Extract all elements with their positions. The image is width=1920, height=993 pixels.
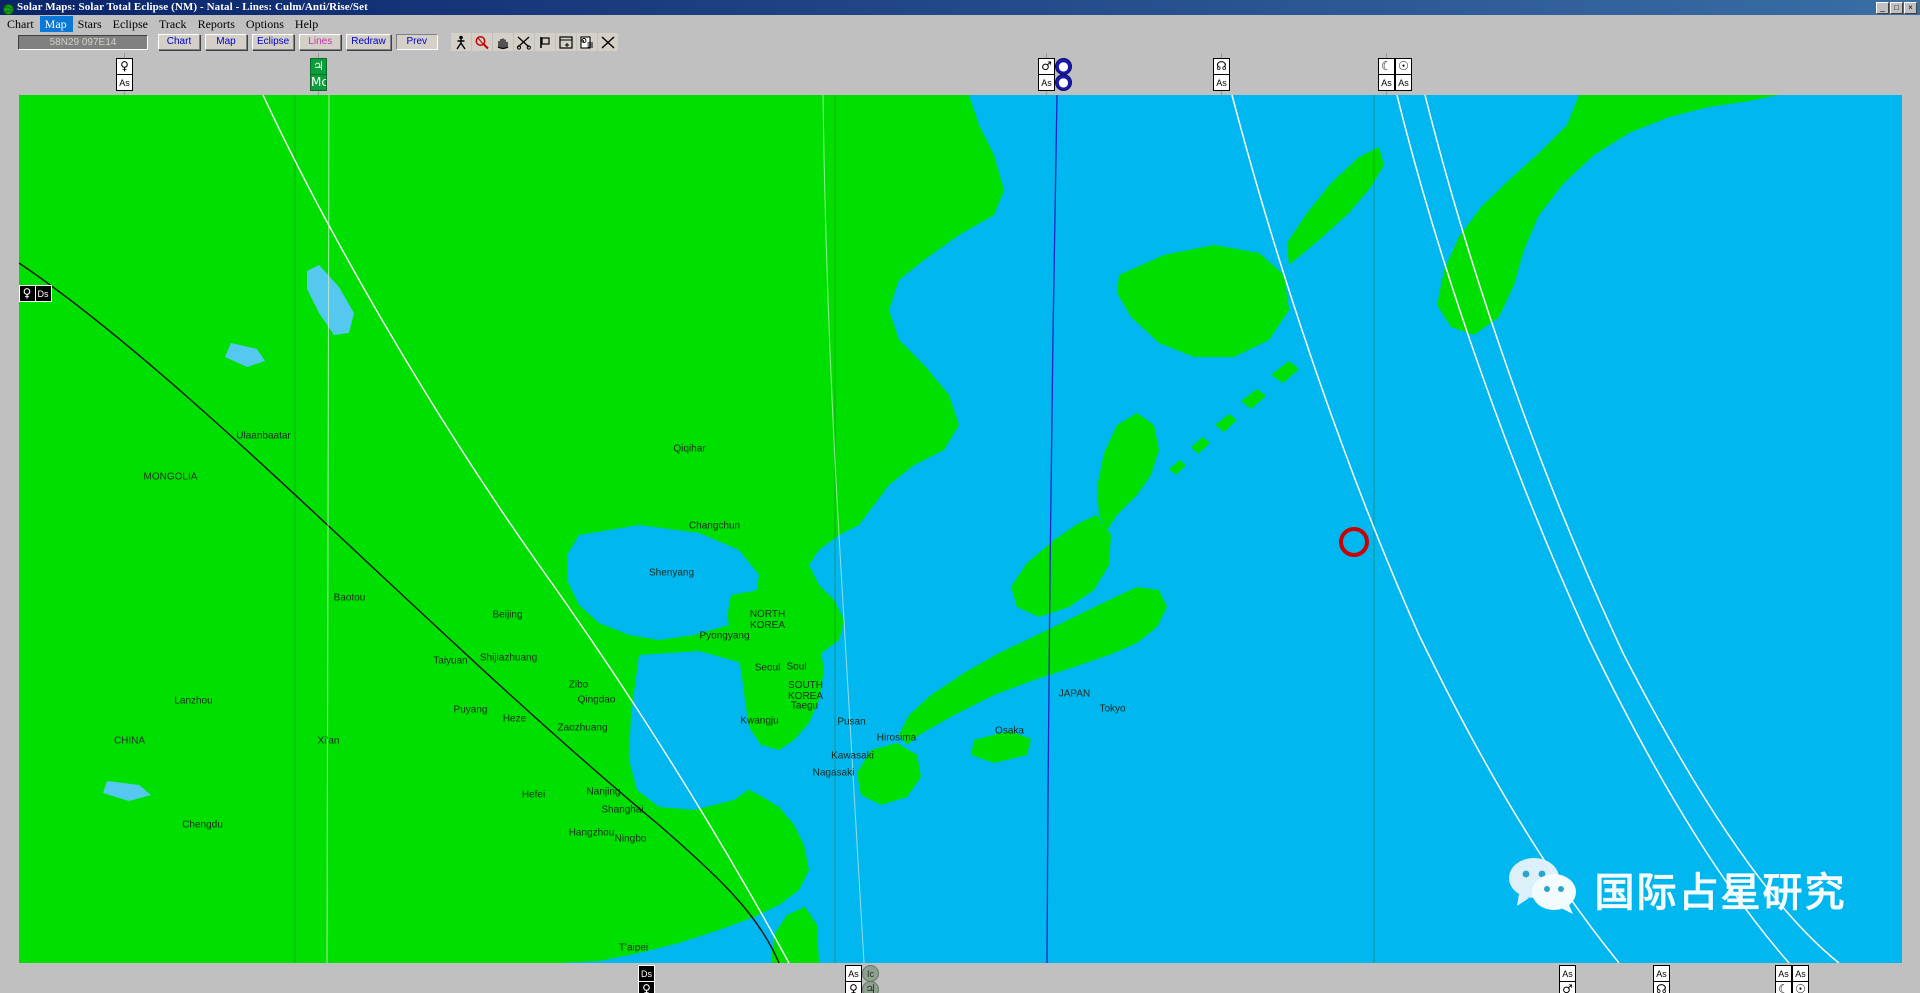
marker-glyph[interactable]: As bbox=[1653, 965, 1670, 982]
marker-glyph[interactable]: As bbox=[1559, 965, 1576, 982]
marker-glyph[interactable]: Mc bbox=[310, 74, 327, 91]
document-info-icon[interactable] bbox=[576, 33, 597, 51]
toolbar-icon-group bbox=[450, 33, 618, 51]
scissors-cut-icon[interactable] bbox=[513, 33, 534, 51]
window-controls: _ □ × bbox=[1876, 1, 1918, 14]
marker-column: Ds ♀ bbox=[638, 965, 655, 993]
marker-glyph[interactable]: As bbox=[1775, 965, 1792, 982]
toolbar: 58N29 097E14 Chart Map Eclipse Lines Red… bbox=[0, 32, 1920, 53]
astro-line-marker[interactable]: Ds ♀ bbox=[638, 965, 655, 993]
marker-glyph[interactable]: As bbox=[1395, 74, 1412, 91]
marker-glyph[interactable]: Ds bbox=[638, 965, 655, 982]
map-canvas[interactable]: Ulaanbaatar MONGOLIA Qiqihar Changchun Sheny… bbox=[18, 95, 1902, 963]
maximize-button[interactable]: □ bbox=[1890, 1, 1903, 14]
menu-item-help[interactable]: Help bbox=[290, 16, 324, 32]
marker-glyph[interactable]: ☾ bbox=[1378, 58, 1395, 75]
marker-glyph[interactable]: ♂ bbox=[1559, 981, 1576, 993]
minimize-button[interactable]: _ bbox=[1876, 1, 1889, 14]
marker-glyph[interactable]: ♂ bbox=[1038, 58, 1055, 75]
marker-glyph[interactable]: ♀ bbox=[116, 58, 133, 75]
astro-line-marker[interactable]: ☾ As ☉ As bbox=[1378, 58, 1412, 91]
marker-column: As ♀ bbox=[845, 965, 862, 993]
marker-glyph[interactable]: ♃ bbox=[862, 981, 879, 993]
astro-line-marker[interactable]: ♀ As bbox=[116, 58, 133, 91]
marker-glyph[interactable]: ☊ bbox=[1653, 981, 1670, 993]
magnifier-search-icon[interactable] bbox=[471, 33, 492, 51]
marker-column: ♂ As bbox=[1038, 58, 1055, 91]
close-button[interactable]: × bbox=[1904, 1, 1917, 14]
bottom-marker-strip: Ds ♀ As ♀ Ic ♃ As ♂ As ☊ As ☾ As ☉ bbox=[0, 963, 1920, 993]
marker-glyph[interactable]: As bbox=[1792, 965, 1809, 982]
window-title: Solar Maps: Solar Total Eclipse (NM) - N… bbox=[17, 1, 368, 13]
globe-icon bbox=[3, 2, 14, 15]
lines-button[interactable]: Lines bbox=[299, 34, 342, 50]
marker-glyph[interactable]: ☾ bbox=[1775, 981, 1792, 993]
marker-glyph[interactable]: As bbox=[845, 965, 862, 982]
marker-glyph[interactable]: ☊ bbox=[1213, 58, 1230, 75]
wechat-watermark: 国际占星研究 bbox=[1507, 856, 1847, 921]
astro-line-marker[interactable]: As ♂ bbox=[1559, 965, 1576, 993]
menu-item-options[interactable]: Options bbox=[241, 16, 290, 32]
eclipse-button[interactable]: Eclipse bbox=[252, 34, 295, 50]
window-titlebar: Solar Maps: Solar Total Eclipse (NM) - N… bbox=[0, 0, 1920, 15]
marker-glyph[interactable]: ♃ bbox=[310, 58, 327, 75]
marker-glyph[interactable]: ♀ bbox=[845, 981, 862, 993]
prev-button[interactable]: Prev bbox=[395, 34, 438, 50]
crosshair-close-icon[interactable] bbox=[597, 33, 618, 51]
marker-glyph[interactable]: As bbox=[1378, 74, 1395, 91]
watermark-text: 国际占星研究 bbox=[1594, 869, 1847, 916]
marker-glyph[interactable]: Ic bbox=[862, 965, 879, 982]
chart-button[interactable]: Chart bbox=[158, 34, 200, 50]
marker-column: As ☊ bbox=[1653, 965, 1670, 993]
redraw-button[interactable]: Redraw bbox=[346, 34, 391, 50]
menu-item-reports[interactable]: Reports bbox=[193, 16, 241, 32]
marker-column: ☉ As bbox=[1395, 58, 1412, 91]
menu-item-chart[interactable]: Chart bbox=[2, 16, 40, 32]
marker-column: ♀ As bbox=[116, 58, 133, 91]
marker-glyph[interactable]: ♀ bbox=[638, 981, 655, 993]
grid-add-icon[interactable] bbox=[555, 33, 576, 51]
wechat-icon bbox=[1507, 856, 1581, 921]
marker-column: ♃ Mc bbox=[310, 58, 327, 91]
menu-item-eclipse[interactable]: Eclipse bbox=[108, 16, 154, 32]
marker-glyph[interactable]: As bbox=[116, 74, 133, 91]
marker-glyph[interactable]: ☉ bbox=[1395, 58, 1412, 75]
marker-glyph[interactable]: As bbox=[1213, 74, 1230, 91]
marker-column: Ic ♃ bbox=[862, 965, 879, 993]
astro-line-marker[interactable]: As ☊ bbox=[1653, 965, 1670, 993]
marker-column: As ♂ bbox=[1559, 965, 1576, 993]
map-button[interactable]: Map bbox=[205, 34, 247, 50]
marker-glyph[interactable]: ♀ bbox=[18, 285, 36, 302]
coordinate-readout: 58N29 097E14 bbox=[18, 34, 148, 50]
marker-column: ☾ As bbox=[1378, 58, 1395, 91]
person-figure-icon[interactable] bbox=[450, 33, 471, 51]
astro-line-marker-left[interactable]: ♀ Ds bbox=[18, 285, 52, 302]
marker-glyph[interactable]: ● bbox=[1055, 74, 1072, 91]
marker-glyph[interactable]: ● bbox=[1055, 58, 1072, 75]
marker-column: As ☾ bbox=[1775, 965, 1792, 993]
astro-line-marker[interactable]: As ♀ Ic ♃ bbox=[845, 965, 879, 993]
flag-marker-icon[interactable] bbox=[534, 33, 555, 51]
astro-line-marker[interactable]: ♂ As ● ● bbox=[1038, 58, 1072, 91]
menu-item-map[interactable]: Map bbox=[39, 15, 73, 32]
map-graphics bbox=[18, 95, 1902, 963]
top-marker-strip: ♀ As ♃ Mc ♂ As ● ● ☊ As ☾ As ☉ As bbox=[0, 53, 1920, 95]
marker-column: As ☉ bbox=[1792, 965, 1809, 993]
hand-grab-icon[interactable] bbox=[492, 33, 513, 51]
marker-column: ☊ As bbox=[1213, 58, 1230, 91]
menu-item-track[interactable]: Track bbox=[154, 16, 193, 32]
menu-item-stars[interactable]: Stars bbox=[73, 16, 108, 32]
astro-line-marker[interactable]: ☊ As bbox=[1213, 58, 1230, 91]
menubar: Chart Map Stars Eclipse Track Reports Op… bbox=[0, 15, 1920, 32]
marker-glyph[interactable]: ☉ bbox=[1792, 981, 1809, 993]
marker-glyph[interactable]: Ds bbox=[34, 285, 52, 302]
astro-line-marker[interactable]: ♃ Mc bbox=[310, 58, 327, 91]
marker-column: ● ● bbox=[1055, 58, 1072, 91]
marker-glyph[interactable]: As bbox=[1038, 74, 1055, 91]
astro-line-marker[interactable]: As ☾ As ☉ bbox=[1775, 965, 1809, 993]
